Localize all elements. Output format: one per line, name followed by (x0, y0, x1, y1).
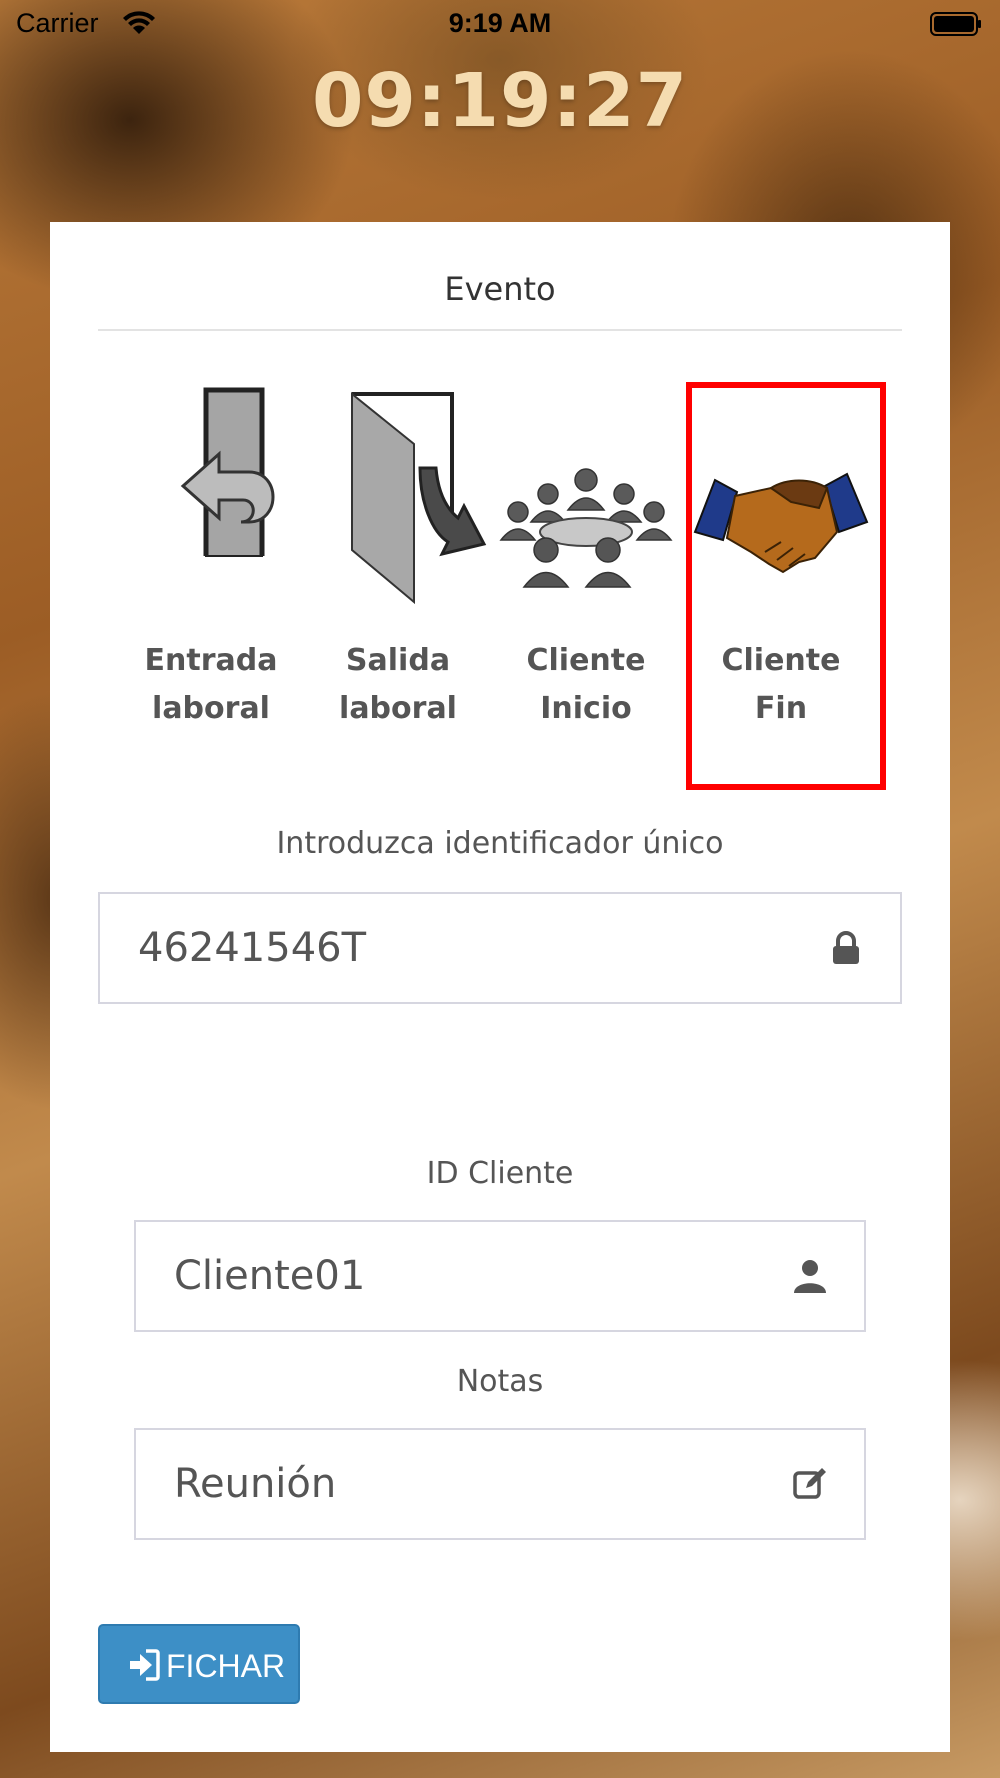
client-id-value: Cliente01 (174, 1253, 366, 1299)
notes-value: Reunión (174, 1461, 337, 1507)
identifier-label: Introduzca identificador único (276, 826, 724, 861)
live-clock: 09:19:27 (311, 58, 689, 144)
lock-icon (833, 931, 859, 964)
meeting-icon (499, 468, 673, 588)
event-label: Cliente Inicio (526, 643, 646, 726)
status-bar: Carrier 9:19 AM (0, 0, 1000, 50)
fichar-label: FICHAR (166, 1648, 286, 1684)
event-label: Salida laboral (339, 643, 457, 726)
client-id-label: ID Cliente (426, 1156, 574, 1191)
identifier-field[interactable]: 46241546T (98, 892, 902, 1004)
sign-in-icon (130, 1649, 160, 1681)
event-label: Entrada laboral (144, 643, 278, 726)
door-enter-icon (180, 387, 275, 557)
door-exit-icon (351, 391, 487, 605)
notes-field[interactable]: Reunión (134, 1428, 866, 1540)
event-option-cliente-inicio[interactable]: Cliente Inicio (496, 382, 676, 782)
status-time: 9:19 AM (448, 8, 552, 38)
selection-highlight (686, 382, 886, 790)
fichar-button[interactable]: FICHAR (98, 1624, 300, 1704)
battery-icon (930, 12, 981, 36)
client-id-field[interactable]: Cliente01 (134, 1220, 866, 1332)
section-title: Evento (444, 270, 556, 308)
event-option-salida-laboral[interactable]: Salida laboral (308, 382, 488, 782)
edit-icon (793, 1468, 826, 1499)
notes-label: Notas (456, 1364, 544, 1399)
identifier-value: 46241546T (138, 925, 367, 971)
form-card: Evento Entrada laboral Salida laboral Cl… (50, 222, 950, 1752)
user-icon (794, 1260, 826, 1293)
divider (98, 329, 902, 331)
event-option-entrada-laboral[interactable]: Entrada laboral (121, 382, 301, 782)
